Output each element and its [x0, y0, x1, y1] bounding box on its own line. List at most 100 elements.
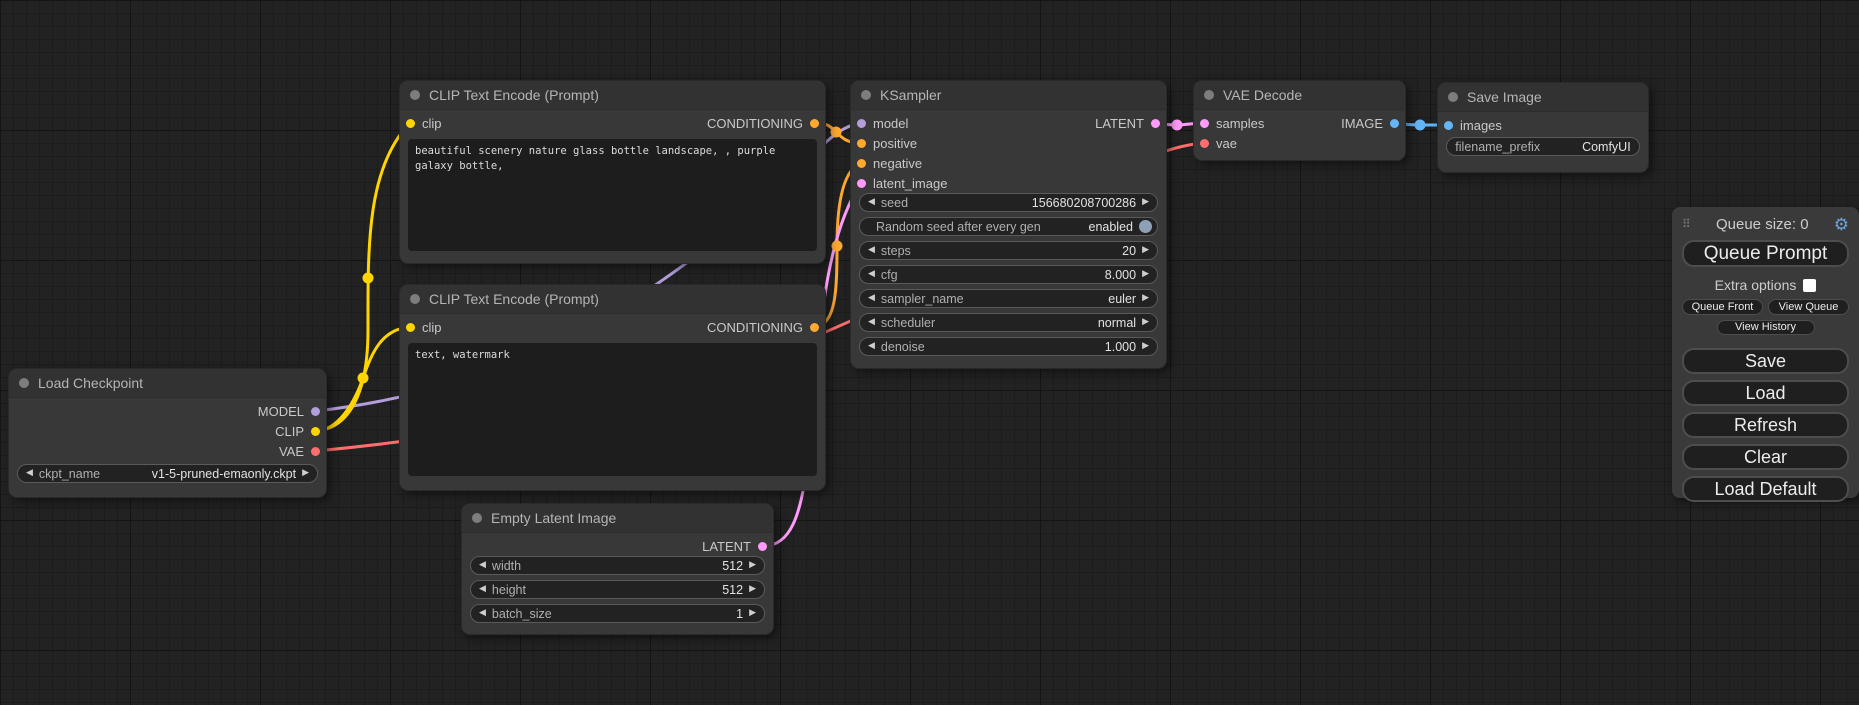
collapse-dot-icon[interactable]	[410, 294, 420, 304]
input-slot-vae[interactable]	[1200, 139, 1209, 148]
decrement-arrow-icon[interactable]: ◀	[479, 561, 486, 570]
node-load-checkpoint[interactable]: Load Checkpoint MODEL CLIP VAE ◀ ckpt_na…	[9, 369, 326, 497]
increment-arrow-icon[interactable]: ▶	[749, 609, 756, 618]
input-label: clip	[422, 116, 442, 131]
collapse-dot-icon[interactable]	[861, 90, 871, 100]
collapse-dot-icon[interactable]	[1204, 90, 1214, 100]
output-slot-conditioning[interactable]	[810, 323, 819, 332]
node-save-image[interactable]: Save Image images filename_prefix ComfyU…	[1438, 83, 1648, 172]
output-slot-latent[interactable]	[758, 542, 767, 551]
reroute-dot[interactable]	[1415, 120, 1426, 131]
widget-seed[interactable]: ◀ seed 156680208700286 ▶	[859, 193, 1158, 212]
node-empty-latent-image[interactable]: Empty Latent Image LATENT ◀ width 512 ▶ …	[462, 504, 773, 634]
widget-random-seed-toggle[interactable]: Random seed after every gen enabled	[859, 217, 1158, 236]
input-slot-model[interactable]	[857, 119, 866, 128]
increment-arrow-icon[interactable]: ▶	[1142, 270, 1149, 279]
view-queue-button[interactable]: View Queue	[1768, 299, 1849, 315]
output-slot-model[interactable]	[311, 407, 320, 416]
increment-arrow-icon[interactable]: ▶	[1142, 198, 1149, 207]
output-slot-conditioning[interactable]	[810, 119, 819, 128]
node-ksampler[interactable]: KSampler model LATENT positive negative …	[851, 81, 1166, 368]
output-slot-vae[interactable]	[311, 447, 320, 456]
output-slot-clip[interactable]	[311, 427, 320, 436]
widget-height[interactable]: ◀ height 512 ▶	[470, 580, 765, 599]
widget-value: euler	[1108, 292, 1136, 306]
decrement-arrow-icon[interactable]: ◀	[479, 585, 486, 594]
input-slot-images[interactable]	[1444, 121, 1453, 130]
node-titlebar[interactable]: CLIP Text Encode (Prompt)	[400, 81, 825, 110]
node-clip-text-encode-positive[interactable]: CLIP Text Encode (Prompt) clip CONDITION…	[400, 81, 825, 263]
increment-arrow-icon[interactable]: ▶	[302, 469, 309, 478]
node-titlebar[interactable]: Load Checkpoint	[9, 369, 326, 398]
extra-options-label: Extra options	[1715, 277, 1797, 293]
positive-prompt-textarea[interactable]: beautiful scenery nature glass bottle la…	[408, 139, 817, 251]
widget-value: ComfyUI	[1582, 140, 1631, 154]
increment-arrow-icon[interactable]: ▶	[1142, 342, 1149, 351]
decrement-arrow-icon[interactable]: ◀	[479, 609, 486, 618]
queue-front-button[interactable]: Queue Front	[1682, 299, 1763, 315]
reroute-dot[interactable]	[363, 273, 374, 284]
increment-arrow-icon[interactable]: ▶	[1142, 294, 1149, 303]
input-slot-positive[interactable]	[857, 139, 866, 148]
node-titlebar[interactable]: CLIP Text Encode (Prompt)	[400, 285, 825, 314]
collapse-dot-icon[interactable]	[410, 90, 420, 100]
clear-button[interactable]: Clear	[1682, 444, 1849, 470]
decrement-arrow-icon[interactable]: ◀	[868, 318, 875, 327]
widget-steps[interactable]: ◀ steps 20 ▶	[859, 241, 1158, 260]
collapse-dot-icon[interactable]	[19, 378, 29, 388]
gear-icon[interactable]: ⚙	[1834, 216, 1849, 233]
decrement-arrow-icon[interactable]: ◀	[26, 469, 33, 478]
node-graph-canvas[interactable]: CLIP Text Encode (Prompt) clip CONDITION…	[0, 0, 1859, 705]
increment-arrow-icon[interactable]: ▶	[1142, 318, 1149, 327]
decrement-arrow-icon[interactable]: ◀	[868, 246, 875, 255]
negative-prompt-textarea[interactable]: text, watermark	[408, 343, 817, 476]
widget-batch-size[interactable]: ◀ batch_size 1 ▶	[470, 604, 765, 623]
widget-cfg[interactable]: ◀ cfg 8.000 ▶	[859, 265, 1158, 284]
reroute-dot[interactable]	[832, 241, 843, 252]
refresh-button[interactable]: Refresh	[1682, 412, 1849, 438]
output-label: MODEL	[258, 404, 304, 419]
widget-label: height	[492, 583, 716, 597]
widget-sampler-name[interactable]: ◀ sampler_name euler ▶	[859, 289, 1158, 308]
widget-ckpt-name[interactable]: ◀ ckpt_name v1-5-pruned-emaonly.ckpt ▶	[17, 464, 318, 483]
node-titlebar[interactable]: VAE Decode	[1194, 81, 1405, 110]
node-titlebar[interactable]: KSampler	[851, 81, 1166, 110]
widget-denoise[interactable]: ◀ denoise 1.000 ▶	[859, 337, 1158, 356]
widget-scheduler[interactable]: ◀ scheduler normal ▶	[859, 313, 1158, 332]
decrement-arrow-icon[interactable]: ◀	[868, 342, 875, 351]
toggle-knob-icon[interactable]	[1139, 220, 1152, 233]
load-button[interactable]: Load	[1682, 380, 1849, 406]
decrement-arrow-icon[interactable]: ◀	[868, 294, 875, 303]
increment-arrow-icon[interactable]: ▶	[749, 585, 756, 594]
increment-arrow-icon[interactable]: ▶	[1142, 246, 1149, 255]
decrement-arrow-icon[interactable]: ◀	[868, 270, 875, 279]
drag-handle-icon[interactable]: ⠿	[1682, 217, 1691, 231]
widget-width[interactable]: ◀ width 512 ▶	[470, 556, 765, 575]
widget-filename-prefix[interactable]: filename_prefix ComfyUI	[1446, 137, 1640, 156]
input-label: images	[1460, 118, 1502, 133]
increment-arrow-icon[interactable]: ▶	[749, 561, 756, 570]
reroute-dot[interactable]	[1172, 120, 1183, 131]
node-titlebar[interactable]: Empty Latent Image	[462, 504, 773, 533]
queue-prompt-button[interactable]: Queue Prompt	[1682, 240, 1849, 267]
reroute-dot[interactable]	[831, 127, 842, 138]
reroute-dot[interactable]	[358, 373, 369, 384]
load-default-button[interactable]: Load Default	[1682, 476, 1849, 502]
output-slot-image[interactable]	[1390, 119, 1399, 128]
output-slot-latent[interactable]	[1151, 119, 1160, 128]
save-button[interactable]: Save	[1682, 348, 1849, 374]
node-titlebar[interactable]: Save Image	[1438, 83, 1648, 112]
input-slot-clip[interactable]	[406, 323, 415, 332]
decrement-arrow-icon[interactable]: ◀	[868, 198, 875, 207]
input-slot-samples[interactable]	[1200, 119, 1209, 128]
collapse-dot-icon[interactable]	[472, 513, 482, 523]
input-slot-clip[interactable]	[406, 119, 415, 128]
collapse-dot-icon[interactable]	[1448, 92, 1458, 102]
node-vae-decode[interactable]: VAE Decode samples IMAGE vae	[1194, 81, 1405, 160]
extra-options-checkbox[interactable]	[1803, 279, 1816, 292]
node-clip-text-encode-negative[interactable]: CLIP Text Encode (Prompt) clip CONDITION…	[400, 285, 825, 490]
queue-panel[interactable]: ⠿ Queue size: 0 ⚙ Queue Prompt Extra opt…	[1672, 207, 1859, 498]
view-history-button[interactable]: View History	[1717, 320, 1815, 335]
input-slot-negative[interactable]	[857, 159, 866, 168]
input-slot-latent-image[interactable]	[857, 179, 866, 188]
